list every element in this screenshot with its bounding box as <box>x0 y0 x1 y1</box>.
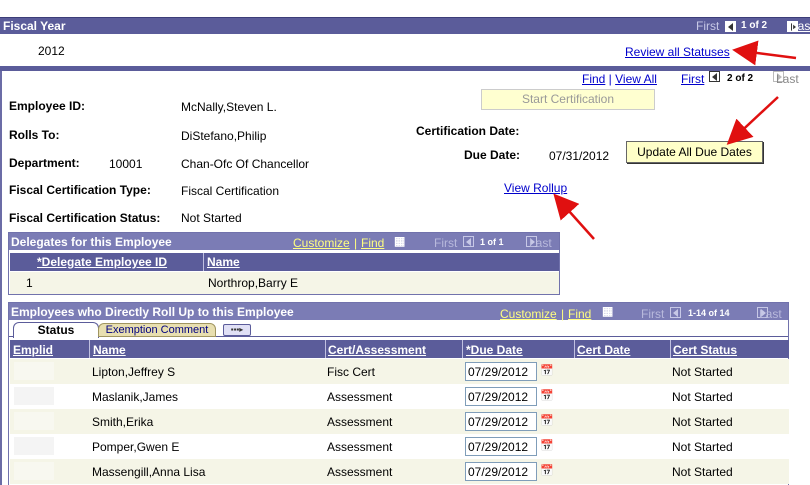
arrow-review-statuses <box>732 40 797 66</box>
annotation-arrows <box>553 40 797 240</box>
arrow-update-due-dates <box>726 96 779 145</box>
arrow-view-rollup <box>553 193 595 240</box>
